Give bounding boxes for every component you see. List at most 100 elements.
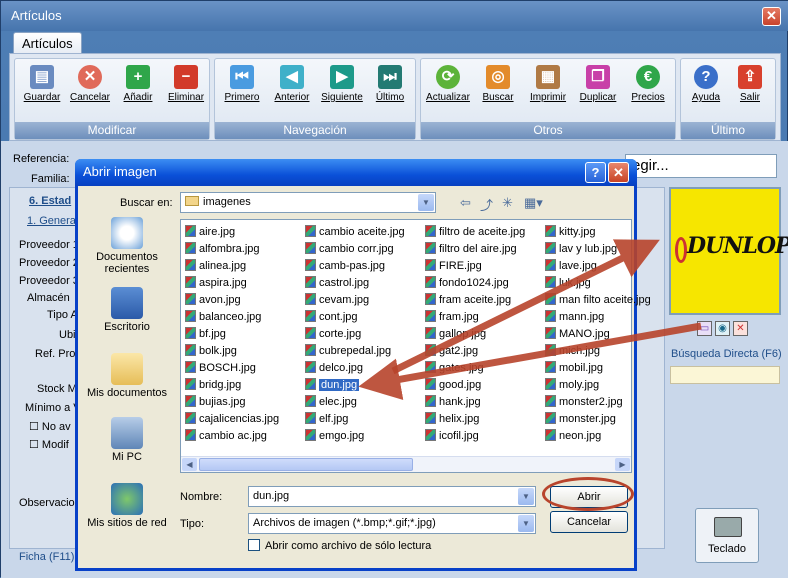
delete-image-icon[interactable]: ✕ [733, 321, 748, 336]
file-item[interactable]: fondo1024.jpg [425, 275, 541, 292]
close-icon[interactable]: ✕ [762, 7, 781, 26]
file-item[interactable]: mich.jpg [545, 343, 661, 360]
place-my-documents[interactable]: Mis documentos [84, 353, 170, 399]
actualizar-button[interactable]: ⟳ Actualizar [425, 65, 471, 109]
file-item[interactable]: camb-pas.jpg [305, 258, 421, 275]
file-item[interactable]: gates.jpg [425, 360, 541, 377]
file-item[interactable]: bolk.jpg [185, 343, 301, 360]
file-item[interactable]: icofil.jpg [425, 428, 541, 445]
file-item[interactable]: alinea.jpg [185, 258, 301, 275]
file-list[interactable]: aire.jpg alfombra.jpg alinea.jpg aspira.jpg… [180, 219, 651, 473]
file-item[interactable]: lave.jpg [545, 258, 661, 275]
salir-button[interactable]: ⇪ Salir [727, 65, 773, 109]
file-item[interactable]: kitty.jpg [545, 224, 661, 241]
cancelar-dialog-button[interactable]: Cancelar [550, 511, 628, 533]
duplicar-button[interactable]: ❐ Duplicar [575, 65, 621, 109]
eye-icon[interactable]: ◉ [715, 321, 730, 336]
tab-articulos[interactable]: Artículos [13, 32, 82, 54]
checkbox-box[interactable] [248, 539, 260, 551]
place-my-computer[interactable]: Mi PC [84, 417, 170, 463]
chevron-down-icon[interactable]: ▼ [418, 194, 434, 211]
file-item[interactable]: filtro del aire.jpg [425, 241, 541, 258]
eliminar-button[interactable]: − Eliminar [163, 65, 209, 109]
file-item[interactable]: corte.jpg [305, 326, 421, 343]
anadir-button[interactable]: + Añadir [115, 65, 161, 109]
tab-general[interactable]: 1. General [27, 215, 78, 227]
file-item[interactable]: elf.jpg [305, 411, 421, 428]
modificar-checkbox[interactable]: ☐ Modif [29, 438, 69, 451]
file-item[interactable]: monster2.jpg [545, 394, 661, 411]
file-item[interactable]: cubrepedal.jpg [305, 343, 421, 360]
file-item[interactable]: avon.jpg [185, 292, 301, 309]
buscar-en-combo[interactable]: imagenes ▼ [180, 192, 436, 213]
file-item[interactable]: cajalicencias.jpg [185, 411, 301, 428]
help-icon[interactable]: ? [585, 162, 606, 183]
up-folder-icon[interactable]: ⤴ [480, 195, 493, 214]
file-item[interactable]: neon.jpg [545, 428, 661, 445]
file-item[interactable]: dun.jpg [305, 377, 421, 394]
file-item[interactable]: luk.jpg [545, 275, 661, 292]
file-item[interactable]: gallop.jpg [425, 326, 541, 343]
file-item[interactable]: filtro de aceite.jpg [425, 224, 541, 241]
file-item[interactable]: BOSCH.jpg [185, 360, 301, 377]
scroll-thumb[interactable] [199, 458, 413, 471]
siguiente-button[interactable]: ▶ Siguiente [319, 65, 365, 109]
file-item[interactable]: gat2.jpg [425, 343, 541, 360]
new-folder-icon[interactable]: ✳ [502, 195, 513, 211]
ficha-link[interactable]: Ficha (F11) [19, 551, 74, 563]
scroll-left-icon[interactable]: ◀ [182, 458, 197, 471]
file-item[interactable]: man filto aceite.jpg [545, 292, 661, 309]
imprimir-button[interactable]: ▦ Imprimir [525, 65, 571, 109]
image-window-icon[interactable]: ▭ [697, 321, 712, 336]
file-item[interactable]: cambio ac.jpg [185, 428, 301, 445]
file-item[interactable]: delco.jpg [305, 360, 421, 377]
guardar-button[interactable]: ▤ Guardar [19, 65, 65, 109]
file-item[interactable]: bridg.jpg [185, 377, 301, 394]
chevron-down-icon[interactable]: ▼ [518, 515, 534, 532]
anterior-button[interactable]: ◀ Anterior [269, 65, 315, 109]
file-item[interactable]: elec.jpg [305, 394, 421, 411]
scroll-right-icon[interactable]: ▶ [615, 458, 630, 471]
close-icon[interactable]: ✕ [608, 162, 629, 183]
chevron-down-icon[interactable]: ▼ [518, 488, 534, 505]
file-item[interactable]: fram.jpg [425, 309, 541, 326]
file-item[interactable]: mobil.jpg [545, 360, 661, 377]
file-item[interactable]: cevam.jpg [305, 292, 421, 309]
tab-estadisticas[interactable]: 6. Estad [29, 195, 71, 207]
file-item[interactable]: aire.jpg [185, 224, 301, 241]
file-item[interactable]: FIRE.jpg [425, 258, 541, 275]
file-item[interactable]: balanceo.jpg [185, 309, 301, 326]
file-item[interactable]: hank.jpg [425, 394, 541, 411]
horizontal-scrollbar[interactable]: ◀ ▶ [181, 456, 631, 472]
file-item[interactable]: MANO.jpg [545, 326, 661, 343]
readonly-checkbox[interactable]: Abrir como archivo de sólo lectura [248, 539, 431, 552]
file-item[interactable]: cambio aceite.jpg [305, 224, 421, 241]
cancelar-button[interactable]: ✕ Cancelar [67, 65, 113, 109]
file-item[interactable]: emgo.jpg [305, 428, 421, 445]
file-item[interactable]: monster.jpg [545, 411, 661, 428]
file-item[interactable]: mann.jpg [545, 309, 661, 326]
file-item[interactable]: lav y lub.jpg [545, 241, 661, 258]
place-recent[interactable]: Documentos recientes [84, 217, 170, 275]
back-icon[interactable]: ⇦ [460, 195, 471, 211]
file-item[interactable]: helix.jpg [425, 411, 541, 428]
buscar-button[interactable]: ◎ Buscar [475, 65, 521, 109]
place-network[interactable]: Mis sitios de red [84, 483, 170, 529]
teclado-button[interactable]: Teclado [695, 508, 759, 563]
file-item[interactable]: aspira.jpg [185, 275, 301, 292]
file-item[interactable]: fram aceite.jpg [425, 292, 541, 309]
file-item[interactable]: bujias.jpg [185, 394, 301, 411]
primero-button[interactable]: ⏮ Primero [219, 65, 265, 109]
file-item[interactable]: cont.jpg [305, 309, 421, 326]
file-item[interactable]: alfombra.jpg [185, 241, 301, 258]
category-combo[interactable]: egir... [625, 154, 777, 178]
file-item[interactable]: good.jpg [425, 377, 541, 394]
file-item[interactable]: castrol.jpg [305, 275, 421, 292]
file-item[interactable]: cambio corr.jpg [305, 241, 421, 258]
nombre-input[interactable]: dun.jpg ▼ [248, 486, 536, 507]
view-menu-icon[interactable]: ▦▾ [524, 195, 543, 211]
precios-button[interactable]: € Precios [625, 65, 671, 109]
busqueda-directa-input[interactable] [670, 366, 780, 384]
tipo-combo[interactable]: Archivos de imagen (*.bmp;*.gif;*.jpg) ▼ [248, 513, 536, 534]
ultimo-button[interactable]: ⏭ Último [367, 65, 413, 109]
